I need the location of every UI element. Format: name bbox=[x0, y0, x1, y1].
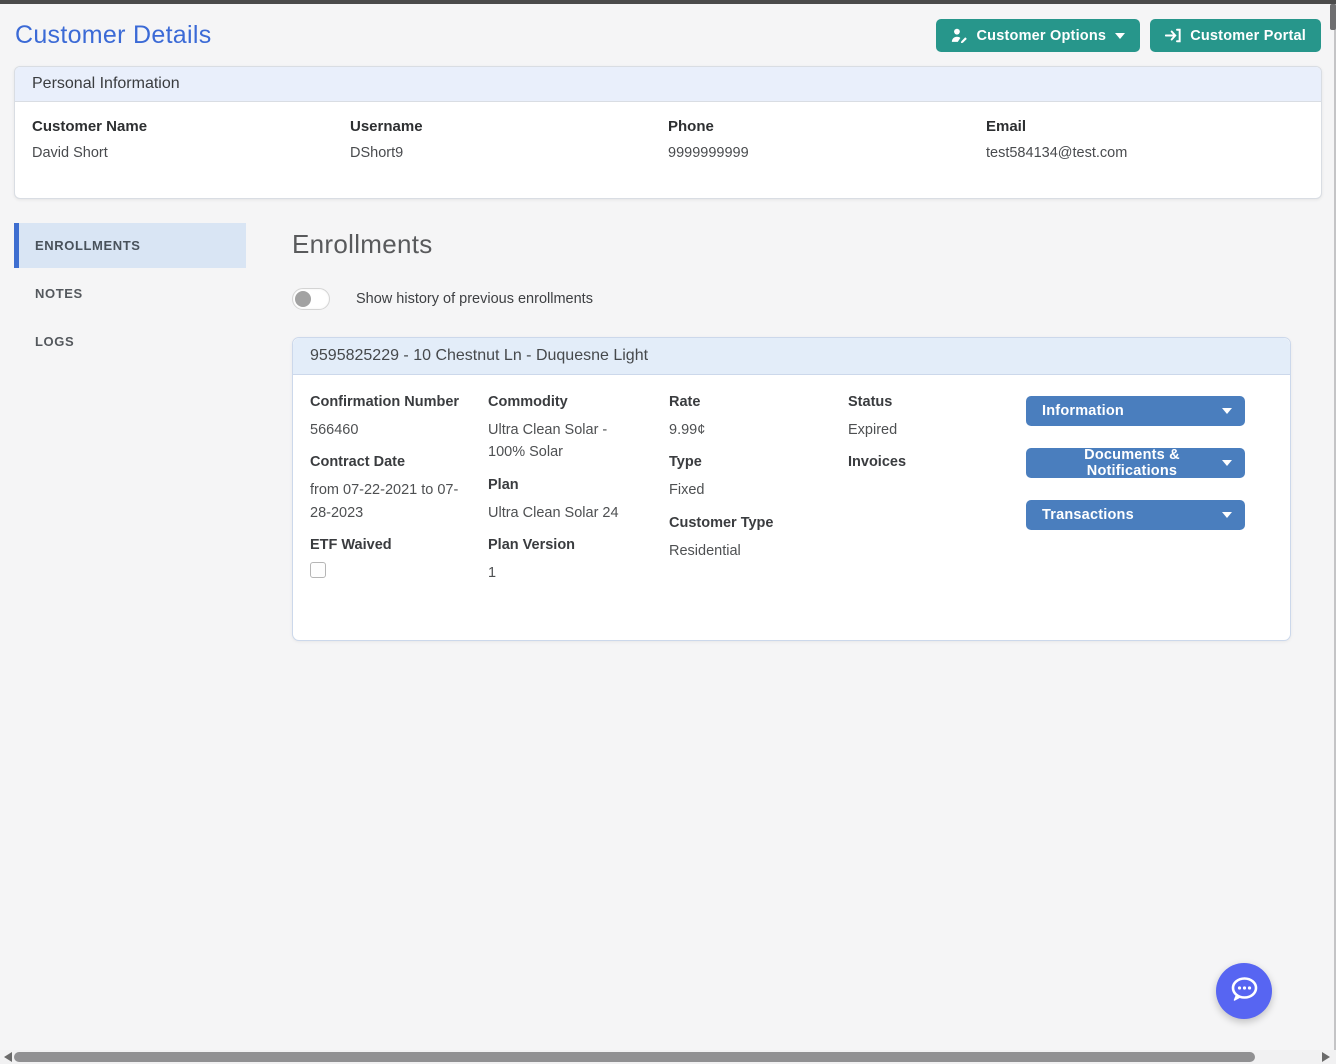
chat-widget-button[interactable] bbox=[1216, 963, 1272, 1019]
personal-information-panel: Personal Information Customer Name David… bbox=[14, 66, 1322, 199]
show-history-toggle[interactable] bbox=[292, 288, 330, 310]
field-email: Email test584134@test.com bbox=[986, 118, 1128, 161]
field-contract-date: Contract Date from 07-22-2021 to 07-28-2… bbox=[310, 454, 459, 521]
enrollment-col-4: Status Expired Invoices bbox=[848, 394, 1026, 598]
field-customer-type: Customer Type Residential bbox=[669, 514, 774, 559]
caret-down-icon bbox=[1222, 460, 1232, 466]
personal-information-header: Personal Information bbox=[15, 67, 1321, 102]
vertical-scrollbar-thumb[interactable] bbox=[1330, 4, 1336, 30]
enrollment-col-2: Commodity Ultra Clean Solar - 100% Solar… bbox=[488, 394, 669, 598]
header-actions: Customer Options Customer Portal bbox=[935, 19, 1321, 52]
documents-notifications-dropdown-button[interactable]: Documents & Notifications bbox=[1026, 447, 1245, 479]
customer-options-label: Customer Options bbox=[976, 27, 1107, 44]
page-title: Customer Details bbox=[15, 21, 212, 49]
etf-waived-checkbox[interactable] bbox=[310, 562, 326, 579]
enrollments-heading: Enrollments bbox=[292, 229, 433, 259]
enrollments-section: Enrollments Show history of previous enr… bbox=[292, 223, 1291, 641]
sidebar-item-logs[interactable]: LOGS bbox=[14, 319, 246, 364]
toggle-knob bbox=[295, 291, 311, 307]
caret-down-icon bbox=[1222, 408, 1232, 414]
customer-details-page: Customer Details Customer Options Custom… bbox=[0, 4, 1336, 641]
customer-options-button[interactable]: Customer Options bbox=[935, 19, 1141, 52]
enrollment-card-header: 9595825229 - 10 Chestnut Ln - Duquesne L… bbox=[293, 338, 1290, 375]
chat-bubble-icon bbox=[1228, 975, 1260, 1008]
field-status: Status Expired bbox=[848, 394, 898, 438]
field-invoices: Invoices bbox=[848, 454, 907, 471]
field-username: Username DShort9 bbox=[350, 118, 423, 161]
show-history-label: Show history of previous enrollments bbox=[356, 291, 593, 307]
transactions-dropdown-button[interactable]: Transactions bbox=[1026, 500, 1245, 530]
information-dropdown-button[interactable]: Information bbox=[1026, 396, 1245, 426]
field-plan: Plan Ultra Clean Solar 24 bbox=[488, 476, 619, 521]
field-confirmation-number: Confirmation Number 566460 bbox=[310, 394, 460, 438]
window-top-border bbox=[0, 0, 1336, 4]
customer-portal-button[interactable]: Customer Portal bbox=[1150, 19, 1321, 52]
caret-down-icon bbox=[1222, 512, 1232, 518]
personal-information-body: Customer Name David Short Username DShor… bbox=[15, 102, 1321, 198]
horizontal-scrollbar[interactable] bbox=[0, 1050, 1336, 1064]
customer-portal-label: Customer Portal bbox=[1190, 27, 1306, 44]
enrollment-actions: Information Documents & Notifications Tr… bbox=[1026, 394, 1290, 598]
field-commodity: Commodity Ultra Clean Solar - 100% Solar bbox=[488, 394, 608, 461]
enrollment-card: 9595825229 - 10 Chestnut Ln - Duquesne L… bbox=[292, 337, 1291, 641]
page-header: Customer Details Customer Options Custom… bbox=[14, 4, 1322, 66]
enrollment-card-body: Confirmation Number 566460 Contract Date… bbox=[293, 375, 1290, 640]
field-plan-version: Plan Version 1 bbox=[488, 537, 576, 582]
enrollment-col-1: Confirmation Number 566460 Contract Date… bbox=[310, 394, 488, 598]
enrollment-col-3: Rate 9.99¢ Type Fixed Customer Type Resi… bbox=[669, 394, 848, 598]
field-customer-name: Customer Name David Short bbox=[32, 118, 148, 161]
sign-in-icon bbox=[1165, 28, 1181, 43]
scroll-right-arrow-icon[interactable] bbox=[1322, 1052, 1330, 1062]
sidebar-item-enrollments[interactable]: ENROLLMENTS bbox=[14, 223, 246, 268]
user-edit-icon bbox=[951, 28, 968, 43]
history-toggle-row: Show history of previous enrollments bbox=[292, 288, 1291, 310]
field-type: Type Fixed bbox=[669, 454, 705, 499]
field-rate: Rate 9.99¢ bbox=[669, 394, 706, 438]
field-etf-waived: ETF Waived bbox=[310, 537, 488, 579]
sidebar-item-notes[interactable]: NOTES bbox=[14, 271, 246, 316]
field-phone: Phone 9999999999 bbox=[668, 118, 749, 161]
sidebar: ENROLLMENTS NOTES LOGS bbox=[14, 223, 246, 364]
caret-down-icon bbox=[1115, 32, 1126, 39]
horizontal-scrollbar-thumb[interactable] bbox=[14, 1052, 1255, 1062]
scroll-left-arrow-icon[interactable] bbox=[4, 1052, 12, 1062]
